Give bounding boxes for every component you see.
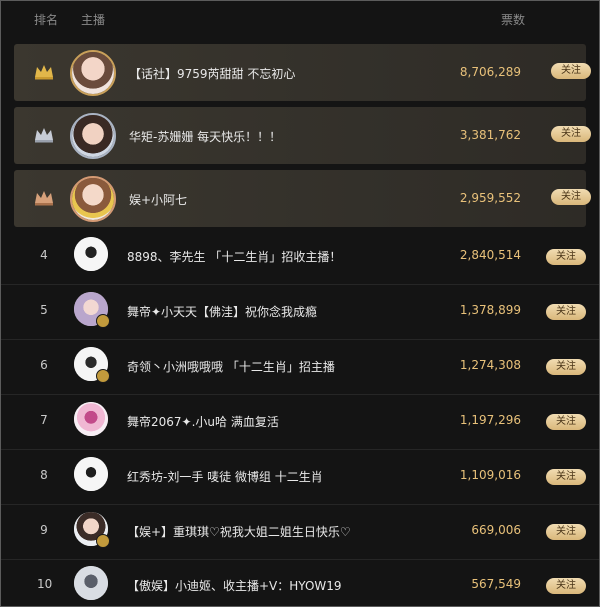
follow-button[interactable]: 关注 <box>551 63 591 79</box>
rank-number: 4 <box>40 248 48 262</box>
avatar[interactable] <box>74 237 108 271</box>
rank-number: 5 <box>40 303 48 317</box>
vote-count: 1,197,296 <box>459 413 521 427</box>
follow-button[interactable]: 关注 <box>551 126 591 142</box>
vote-count: 1,378,899 <box>459 303 521 317</box>
vote-count: 2,959,552 <box>459 191 521 205</box>
verified-badge-icon <box>96 314 110 328</box>
verified-badge-icon <box>96 534 110 548</box>
table-header: 排名 主播 票数 <box>1 1 599 35</box>
header-votes: 票数 <box>501 13 526 27</box>
avatar[interactable] <box>74 347 110 383</box>
rank-number: 10 <box>37 577 53 591</box>
anchor-name[interactable]: 红秀坊-刘一手 唛徒 微博组 十二生肖 <box>127 468 323 485</box>
avatar[interactable] <box>70 176 116 222</box>
table-row: 娱+小阿七 2,959,552 关注 <box>14 170 591 227</box>
vote-count: 8,706,289 <box>459 65 521 79</box>
rank-number: 7 <box>40 413 48 427</box>
avatar[interactable] <box>70 50 116 96</box>
table-row: 8 红秀坊-刘一手 唛徒 微博组 十二生肖 1,109,016 关注 <box>1 449 599 505</box>
bronze-crown-icon <box>35 191 53 206</box>
follow-button[interactable]: 关注 <box>546 359 586 375</box>
anchor-name[interactable]: 舞帝2067✦.小u哈 满血复活 <box>127 413 279 430</box>
silver-crown-icon <box>35 128 53 143</box>
anchor-name[interactable]: 【娱+】重琪琪♡祝我大姐二姐生日快乐♡ <box>127 523 351 540</box>
vote-count: 3,381,762 <box>459 128 521 142</box>
follow-button[interactable]: 关注 <box>546 249 586 265</box>
follow-button[interactable]: 关注 <box>546 578 586 594</box>
vote-count: 1,274,308 <box>459 358 521 372</box>
follow-button[interactable]: 关注 <box>546 414 586 430</box>
follow-button[interactable]: 关注 <box>546 469 586 485</box>
follow-button[interactable]: 关注 <box>546 304 586 320</box>
vote-count: 567,549 <box>471 577 521 591</box>
table-row: 5 舞帝✦小天天【佛洼】祝你念我成瘾 1,378,899 关注 <box>1 284 599 340</box>
anchor-name[interactable]: 舞帝✦小天天【佛洼】祝你念我成瘾 <box>127 303 317 320</box>
table-row: 7 舞帝2067✦.小u哈 满血复活 1,197,296 关注 <box>1 394 599 450</box>
follow-button[interactable]: 关注 <box>546 524 586 540</box>
vote-count: 1,109,016 <box>459 468 521 482</box>
anchor-name[interactable]: 奇领丶小洲哦哦哦 「十二生肖」招主播 <box>127 358 335 375</box>
table-row: 华矩-苏姗姗 每天快乐！！！ 3,381,762 关注 <box>14 107 591 164</box>
avatar[interactable] <box>74 512 110 548</box>
table-row: 4 8898、李先生 「十二生肖」招收主播！ 2,840,514 关注 <box>1 229 599 285</box>
header-rank: 排名 <box>34 13 59 27</box>
table-row: 10 【傲娱】小迪姬、收主播+V：HYOW19 567,549 关注 <box>1 558 599 606</box>
anchor-name[interactable]: 娱+小阿七 <box>129 191 187 208</box>
anchor-name[interactable]: 8898、李先生 「十二生肖」招收主播！ <box>127 248 341 265</box>
rank-number: 8 <box>40 468 48 482</box>
rank-number: 6 <box>40 358 48 372</box>
table-row: 9 【娱+】重琪琪♡祝我大姐二姐生日快乐♡ 669,006 关注 <box>1 504 599 560</box>
gold-crown-icon <box>35 65 53 80</box>
table-row: 【话社】9759芮甜甜 不忘初心 8,706,289 关注 <box>14 44 591 101</box>
verified-badge-icon <box>96 369 110 383</box>
avatar[interactable] <box>74 402 108 436</box>
follow-button[interactable]: 关注 <box>551 189 591 205</box>
anchor-name[interactable]: 华矩-苏姗姗 每天快乐！！！ <box>129 128 281 145</box>
table-row: 6 奇领丶小洲哦哦哦 「十二生肖」招主播 1,274,308 关注 <box>1 339 599 395</box>
header-anchor: 主播 <box>81 13 106 27</box>
rank-number: 9 <box>40 523 48 537</box>
avatar[interactable] <box>74 292 110 328</box>
avatar[interactable] <box>70 113 116 159</box>
avatar[interactable] <box>74 457 108 491</box>
vote-count: 669,006 <box>471 523 521 537</box>
anchor-name[interactable]: 【傲娱】小迪姬、收主播+V：HYOW19 <box>127 577 342 594</box>
vote-count: 2,840,514 <box>459 248 521 262</box>
anchor-name[interactable]: 【话社】9759芮甜甜 不忘初心 <box>129 65 295 82</box>
avatar[interactable] <box>74 566 108 600</box>
leaderboard-panel: 排名 主播 票数 【话社】9759芮甜甜 不忘初心 8,706,289 关注 华… <box>0 0 600 607</box>
